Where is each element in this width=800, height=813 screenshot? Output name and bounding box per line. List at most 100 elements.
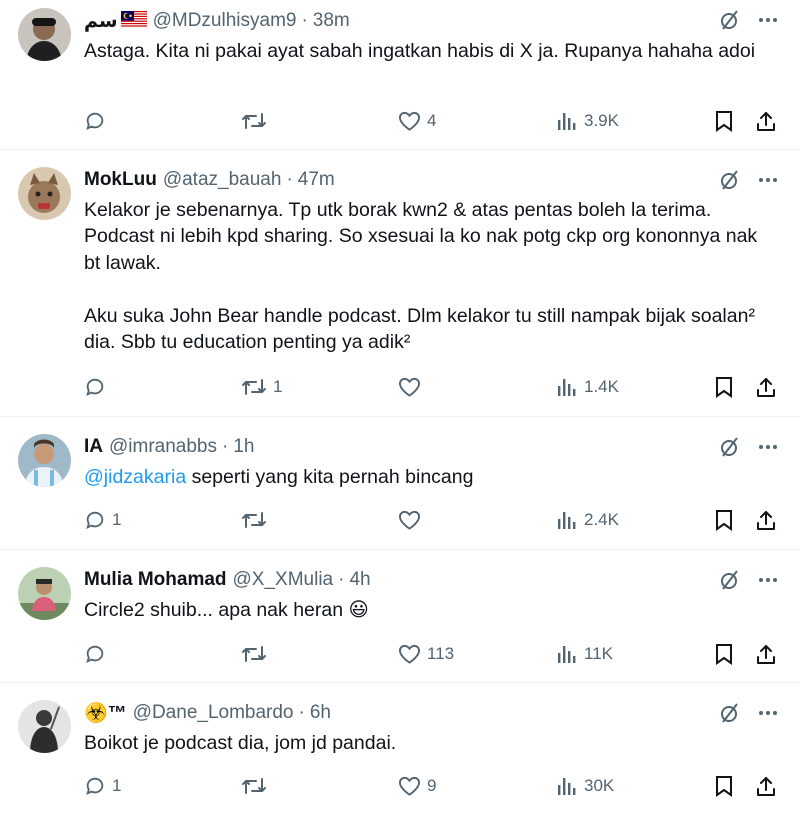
reply-button[interactable]: 1 — [84, 772, 121, 800]
reply-button[interactable] — [84, 107, 112, 135]
tweet-text: Boikot je podcast dia, jom jd pandai. — [84, 732, 397, 754]
repost-button[interactable]: 1 — [241, 373, 282, 401]
views-button[interactable]: 1.4K — [556, 373, 619, 401]
reply-icon — [86, 645, 104, 663]
user-handle[interactable]: @MDzulhisyam9 — [153, 10, 297, 32]
more-options-icon[interactable] — [758, 703, 778, 723]
view-count: 11K — [584, 644, 613, 663]
like-count: 113 — [427, 644, 455, 663]
views-button[interactable]: 11K — [556, 640, 613, 668]
avatar[interactable] — [18, 567, 71, 620]
tweet-text: Astaga. Kita ni pakai ayat sabah ingatka… — [84, 40, 756, 62]
tweet-text: Circle2 shuib... apa nak heran 😃 — [84, 599, 369, 621]
slashed-circle-icon[interactable] — [718, 8, 742, 32]
avatar[interactable] — [18, 700, 71, 753]
bookmark-icon — [716, 377, 732, 398]
display-name[interactable]: MokLuu — [84, 169, 157, 191]
like-button[interactable]: 4 — [398, 107, 436, 135]
tweet[interactable]: IA @imranabbs · 1h @jidzakaria seperti y… — [0, 417, 800, 550]
reply-button[interactable]: 1 — [84, 506, 121, 534]
avatar[interactable] — [18, 434, 71, 487]
timestamp[interactable]: 6h — [310, 702, 331, 724]
tweet[interactable]: Mulia Mohamad @X_XMulia · 4h Circle2 shu… — [0, 550, 800, 683]
separator-dot: · — [298, 702, 305, 723]
like-button[interactable]: 113 — [398, 640, 454, 668]
display-name[interactable]: Mulia Mohamad — [84, 569, 227, 591]
mention-link[interactable]: @jidzakaria — [84, 466, 186, 488]
slashed-circle-icon[interactable] — [718, 568, 742, 592]
reply-icon — [86, 511, 104, 529]
more-options-icon[interactable] — [758, 570, 778, 590]
share-button[interactable] — [755, 506, 777, 534]
user-handle[interactable]: @ataz_bauah — [163, 169, 282, 191]
avatar[interactable] — [18, 8, 71, 61]
separator-dot: · — [222, 436, 229, 457]
malaysia-flag-icon — [120, 10, 147, 28]
bookmark-button[interactable] — [714, 772, 734, 800]
repost-button[interactable] — [241, 107, 273, 135]
like-count: 4 — [427, 111, 437, 130]
tweet[interactable]: ☣️™ @Dane_Lombardo · 6h Boikot je podcas… — [0, 683, 800, 813]
bookmark-button[interactable] — [714, 373, 734, 401]
like-button[interactable] — [398, 506, 427, 534]
bookmark-button[interactable] — [714, 506, 734, 534]
views-icon — [558, 113, 576, 130]
reply-count: 1 — [112, 510, 122, 529]
separator-dot: · — [338, 569, 345, 590]
slashed-circle-icon[interactable] — [718, 701, 742, 725]
reply-icon — [86, 777, 104, 795]
bookmark-button[interactable] — [714, 107, 734, 135]
views-button[interactable]: 2.4K — [556, 506, 619, 534]
tweet-text: Kelakor je sebenarnya. Tp utk borak kwn2… — [84, 199, 758, 354]
timestamp[interactable]: 1h — [233, 436, 254, 458]
more-options-icon[interactable] — [758, 10, 778, 30]
views-icon — [558, 778, 576, 795]
bookmark-icon — [716, 510, 732, 531]
like-icon — [398, 111, 421, 131]
display-name[interactable]: IA — [84, 436, 103, 458]
more-options-icon[interactable] — [758, 170, 778, 190]
repost-icon — [242, 113, 266, 129]
share-button[interactable] — [755, 107, 777, 135]
user-handle[interactable]: @X_XMulia — [233, 569, 334, 591]
like-button[interactable] — [398, 373, 427, 401]
display-name[interactable]: ☣️™ — [84, 701, 127, 725]
view-count: 1.4K — [584, 377, 619, 396]
repost-icon — [242, 646, 266, 662]
display-name[interactable]: سم — [84, 10, 118, 33]
share-button[interactable] — [755, 640, 777, 668]
avatar[interactable] — [18, 167, 71, 220]
timestamp[interactable]: 4h — [349, 569, 370, 591]
tweet[interactable]: سم @MDzulhisyam9 · 38m Astaga. Kita ni p… — [0, 0, 800, 150]
share-icon — [757, 112, 775, 131]
share-button[interactable] — [755, 772, 777, 800]
share-icon — [757, 378, 775, 397]
share-icon — [757, 511, 775, 530]
views-icon — [558, 646, 576, 663]
repost-button[interactable] — [241, 640, 273, 668]
repost-icon — [242, 512, 266, 528]
views-icon — [558, 379, 576, 396]
repost-count: 1 — [273, 377, 283, 396]
tweet[interactable]: MokLuu @ataz_bauah · 47m Kelakor je sebe… — [0, 150, 800, 417]
like-button[interactable]: 9 — [398, 772, 436, 800]
slashed-circle-icon[interactable] — [718, 168, 742, 192]
bookmark-button[interactable] — [714, 640, 734, 668]
reply-button[interactable] — [84, 640, 112, 668]
repost-icon — [242, 379, 266, 395]
reply-count: 1 — [112, 776, 122, 795]
views-button[interactable]: 30K — [556, 772, 614, 800]
views-button[interactable]: 3.9K — [556, 107, 619, 135]
reply-button[interactable] — [84, 373, 112, 401]
user-handle[interactable]: @Dane_Lombardo — [133, 702, 294, 724]
more-options-icon[interactable] — [758, 437, 778, 457]
reply-icon — [86, 378, 104, 396]
slashed-circle-icon[interactable] — [718, 435, 742, 459]
share-button[interactable] — [755, 373, 777, 401]
repost-button[interactable] — [241, 772, 273, 800]
user-handle[interactable]: @imranabbs — [109, 436, 217, 458]
timestamp[interactable]: 38m — [313, 10, 350, 32]
repost-button[interactable] — [241, 506, 273, 534]
view-count: 3.9K — [584, 111, 619, 130]
timestamp[interactable]: 47m — [298, 169, 335, 191]
